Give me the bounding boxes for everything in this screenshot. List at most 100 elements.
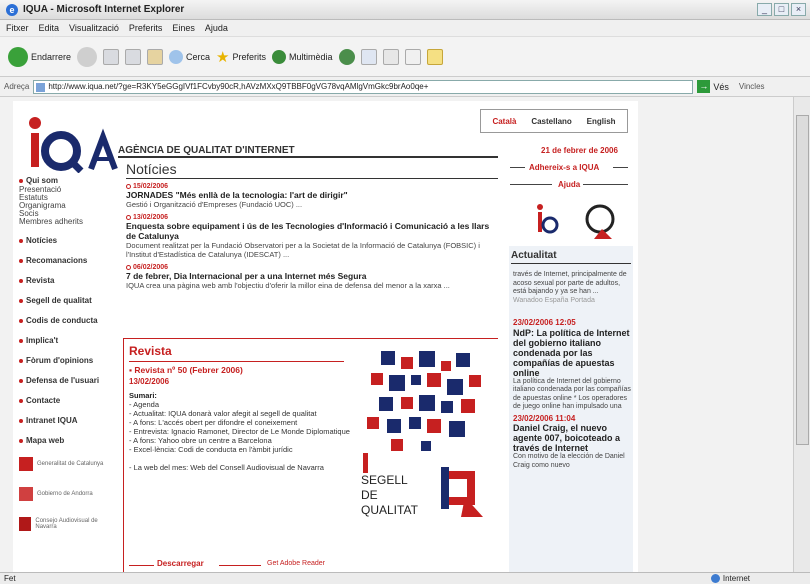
sumari-line: - La web del mes: Web del Consell Audiov… <box>129 463 324 472</box>
nav-revista[interactable]: Revista <box>19 275 111 286</box>
bullet-icon <box>19 278 23 283</box>
forward-button[interactable] <box>77 46 98 67</box>
address-input[interactable]: http://www.iqua.net/?ge=R3KY5eGGgIVf1FCv… <box>33 79 694 94</box>
ajuda-link[interactable]: Ajuda <box>558 180 580 189</box>
partner-logo-navarra[interactable]: Consejo Audiovisual de Navarra <box>19 512 111 536</box>
help-icons <box>537 204 615 239</box>
lang-english[interactable]: English <box>587 117 616 126</box>
actualitat-intro: través de Internet, principalmente de ac… <box>513 271 627 295</box>
window-title: IQUA - Microsoft Internet Explorer <box>23 4 185 15</box>
menu-edita[interactable]: Edita <box>39 23 60 33</box>
iqua-small-icon[interactable] <box>537 204 559 234</box>
menu-visualitzacio[interactable]: Visualització <box>69 23 119 33</box>
nav-contacte[interactable]: Contacte <box>19 395 111 406</box>
favorites-button[interactable]: ★ Preferits <box>216 48 266 66</box>
partner-logo-generalitat[interactable]: Generalitat de Catalunya <box>19 452 111 476</box>
download-link[interactable]: Descarregar <box>157 559 204 568</box>
nav-intranet[interactable]: Intranet IQUA <box>19 415 111 426</box>
web-page: Català Castellano English AGÈNCIA DE QUA… <box>13 101 638 572</box>
edit-icon[interactable] <box>404 48 421 65</box>
nav-sub-membres[interactable]: Membres adherits <box>19 218 111 226</box>
menu-ajuda[interactable]: Ajuda <box>205 23 228 33</box>
navarra-logo-icon <box>19 517 32 531</box>
vertical-scrollbar[interactable] <box>793 97 810 572</box>
bullet-icon <box>19 398 23 403</box>
bullet-icon <box>19 358 23 363</box>
news-date: 13/02/2006 <box>126 214 496 221</box>
menu-fitxer[interactable]: Fitxer <box>6 23 29 33</box>
back-label: Endarrere <box>31 51 72 62</box>
sumari-line: - Entrevista: Ignacio Ramonet, Director … <box>129 427 350 436</box>
q-seal-icon[interactable] <box>585 204 615 239</box>
search-button[interactable]: Cerca <box>169 49 210 64</box>
nav-recomanacions[interactable]: Recomanacions <box>19 255 111 266</box>
nav-defensa[interactable]: Defensa de l'usuari <box>19 375 111 386</box>
revista-underline <box>129 361 344 362</box>
nav-segell[interactable]: Segell de qualitat <box>19 295 111 306</box>
sumari-line: - A fons: L'accés obert per difondre el … <box>129 418 298 427</box>
print-icon[interactable] <box>382 48 399 65</box>
divider <box>613 167 628 168</box>
actualitat-headline[interactable]: NdP: La política de Internet del gobiern… <box>513 328 631 378</box>
favorites-label: Preferits <box>232 51 267 62</box>
lang-castellano[interactable]: Castellano <box>531 117 571 126</box>
news-headline[interactable]: JORNADES "Més enllà de la tecnologia: l'… <box>126 190 496 200</box>
browser-viewport: Català Castellano English AGÈNCIA DE QUA… <box>0 97 810 572</box>
menu-preferits[interactable]: Preferits <box>129 23 163 33</box>
left-navigation: Qui som Presentació Estatuts Organigrama… <box>19 175 111 536</box>
news-item: 13/02/2006 Enquesta sobre equipament i ú… <box>126 214 496 259</box>
news-headline[interactable]: Enquesta sobre equipament i ús de les Te… <box>126 221 496 241</box>
back-button[interactable]: Endarrere <box>8 46 72 67</box>
actualitat-source[interactable]: Wanadoo España Portada <box>513 297 631 306</box>
news-list: 15/02/2006 JORNADES "Més enllà de la tec… <box>126 183 496 295</box>
close-button[interactable]: × <box>791 3 806 16</box>
nav-mapa-web[interactable]: Mapa web <box>19 435 111 446</box>
divider <box>510 184 552 185</box>
bullet-icon <box>19 238 23 243</box>
partner-logo-andorra[interactable]: Gobierno de Andorra <box>19 482 111 506</box>
home-icon[interactable] <box>147 48 164 65</box>
minimize-button[interactable]: _ <box>757 3 772 16</box>
nav-forum[interactable]: Fòrum d'opinions <box>19 355 111 366</box>
segell-word: QUALITAT <box>361 503 418 517</box>
divider <box>219 565 261 566</box>
adobe-reader-badge[interactable]: Get Adobe Reader <box>267 560 325 567</box>
window-controls: _ □ × <box>757 3 806 16</box>
media-button[interactable]: Multimèdia <box>272 49 333 64</box>
revista-issue-link[interactable]: ▪ Revista nº 50 (Febrer 2006) <box>129 365 243 375</box>
sumari-line: - A fons: Yahoo obre un centre a Barcelo… <box>129 436 272 445</box>
scrollbar-thumb[interactable] <box>796 115 809 445</box>
noticies-underline <box>126 178 498 179</box>
nav-implicat[interactable]: Implica't <box>19 335 111 346</box>
folder-icon[interactable] <box>426 48 443 65</box>
adhereix-link[interactable]: Adhereix-s a IQUA <box>529 163 599 172</box>
zone-label: Internet <box>722 574 750 583</box>
actualitat-list: través de Internet, principalmente de ac… <box>513 271 631 470</box>
divider <box>129 565 154 566</box>
go-button[interactable]: → Vés <box>697 80 729 93</box>
lang-catala[interactable]: Català <box>492 117 516 126</box>
stop-icon[interactable] <box>103 48 120 65</box>
refresh-icon[interactable] <box>125 48 142 65</box>
news-item: 06/02/2006 7 de febrer, Dia Internaciona… <box>126 264 496 290</box>
actualitat-underline <box>511 263 631 264</box>
history-icon[interactable] <box>338 48 355 65</box>
sumari-line: - Agenda <box>129 400 160 409</box>
nav-noticies[interactable]: Notícies <box>19 235 111 246</box>
links-button[interactable]: Vincles <box>739 82 765 91</box>
actualitat-headline[interactable]: Daniel Craig, el nuevo agente 007, boico… <box>513 423 631 453</box>
search-icon <box>169 49 184 64</box>
mail-icon[interactable] <box>360 48 377 65</box>
sumari-line: - Excel·lència: Codi de conducta en l'àm… <box>129 445 293 454</box>
agency-title: AGÈNCIA DE QUALITAT D'INTERNET <box>118 145 295 156</box>
status-text: Fet <box>4 574 16 583</box>
agency-underline <box>118 156 498 158</box>
segell-word: DE <box>361 488 378 502</box>
menu-bar: Fitxer Edita Visualització Preferits Ein… <box>0 20 810 37</box>
news-headline[interactable]: 7 de febrer, Dia Internacional per a una… <box>126 271 496 281</box>
menu-eines[interactable]: Eines <box>172 23 195 33</box>
nav-codis[interactable]: Codis de conducta <box>19 315 111 326</box>
title-bar: e IQUA - Microsoft Internet Explorer _ □… <box>0 0 810 20</box>
news-summary: Document realitzat per la Fundació Obser… <box>126 241 480 259</box>
maximize-button[interactable]: □ <box>774 3 789 16</box>
